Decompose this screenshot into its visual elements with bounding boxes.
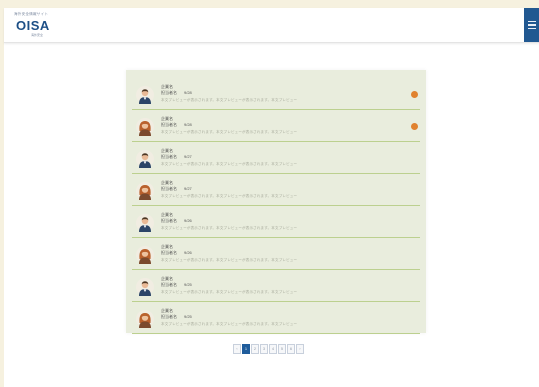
message-row[interactable]: 企業名 担当者名 9/28 本文プレビューが表示されます。本文プレビューが表示されます… (132, 79, 420, 110)
message-meta: 担当者名 9/28 (161, 90, 192, 96)
message-meta: 担当者名 9/27 (161, 154, 192, 160)
message-row[interactable]: 企業名 担当者名 9/26 本文プレビューが表示されます。本文プレビューが表示されます… (132, 239, 420, 270)
message-date: 9/26 (184, 218, 192, 223)
avatar (136, 86, 154, 104)
site-header: 海外安全情報サイト OISA 海外安全 (4, 8, 539, 43)
message-meta: 担当者名 9/25 (161, 282, 192, 288)
row-divider (132, 141, 420, 142)
message-meta: 担当者名 9/26 (161, 218, 192, 224)
page-button[interactable]: 5 (278, 344, 286, 354)
avatar (136, 150, 154, 168)
message-sender: 担当者名 (161, 218, 177, 223)
page: 海外安全情報サイト OISA 海外安全 企業名 担当者名 9/28 本文プレビューが表… (4, 8, 539, 387)
message-sender: 担当者名 (161, 282, 177, 287)
row-divider (132, 301, 420, 302)
message-meta: 担当者名 9/25 (161, 314, 192, 320)
message-date: 9/28 (184, 90, 192, 95)
logo-tagline: 海外安全情報サイト (14, 12, 49, 16)
page-button[interactable]: 2 (251, 344, 259, 354)
message-date: 9/28 (184, 122, 192, 127)
message-date: 9/27 (184, 154, 192, 159)
message-row[interactable]: 企業名 担当者名 9/25 本文プレビューが表示されます。本文プレビューが表示されます… (132, 271, 420, 302)
message-row[interactable]: 企業名 担当者名 9/25 本文プレビューが表示されます。本文プレビューが表示されます… (132, 303, 420, 334)
message-snippet: 本文プレビューが表示されます。本文プレビューが表示されます。本文プレビュー (161, 130, 298, 134)
row-divider (132, 205, 420, 206)
message-sender: 担当者名 (161, 250, 177, 255)
avatar (136, 214, 154, 232)
message-sender: 担当者名 (161, 122, 177, 127)
avatar (136, 246, 154, 264)
message-snippet: 本文プレビューが表示されます。本文プレビューが表示されます。本文プレビュー (161, 162, 298, 166)
message-row[interactable]: 企業名 担当者名 9/26 本文プレビューが表示されます。本文プレビューが表示されます… (132, 207, 420, 238)
message-snippet: 本文プレビューが表示されます。本文プレビューが表示されます。本文プレビュー (161, 98, 298, 102)
message-sender: 担当者名 (161, 90, 177, 95)
message-snippet: 本文プレビューが表示されます。本文プレビューが表示されます。本文プレビュー (161, 290, 298, 294)
message-snippet: 本文プレビューが表示されます。本文プレビューが表示されます。本文プレビュー (161, 194, 298, 198)
row-divider (132, 237, 420, 238)
avatar (136, 182, 154, 200)
row-divider (132, 109, 420, 110)
message-date: 9/26 (184, 250, 192, 255)
logo-text: OISA (16, 18, 50, 33)
message-date: 9/25 (184, 314, 192, 319)
oisa-logo[interactable]: 海外安全情報サイト OISA 海外安全 (14, 12, 74, 38)
unread-indicator (411, 91, 418, 98)
page-button[interactable]: 6 (287, 344, 295, 354)
row-divider (132, 269, 420, 270)
avatar (136, 310, 154, 328)
hamburger-menu-button[interactable] (524, 8, 539, 42)
message-meta: 担当者名 9/27 (161, 186, 192, 192)
unread-indicator (411, 123, 418, 130)
avatar (136, 278, 154, 296)
row-divider (132, 173, 420, 174)
message-meta: 担当者名 9/26 (161, 250, 192, 256)
page-button[interactable]: 3 (260, 344, 268, 354)
message-date: 9/27 (184, 186, 192, 191)
avatar (136, 118, 154, 136)
pagination: ‹ 1 2 3 4 5 6 › (233, 344, 304, 354)
page-button[interactable]: 1 (242, 344, 250, 354)
logo-subtext: 海外安全 (31, 33, 44, 37)
message-row[interactable]: 企業名 担当者名 9/28 本文プレビューが表示されます。本文プレビューが表示されます… (132, 111, 420, 142)
message-meta: 担当者名 9/28 (161, 122, 192, 128)
next-page-button[interactable]: › (296, 344, 304, 354)
message-list: 企業名 担当者名 9/28 本文プレビューが表示されます。本文プレビューが表示されます… (126, 70, 426, 334)
hamburger-menu-icon (527, 20, 536, 22)
message-snippet: 本文プレビューが表示されます。本文プレビューが表示されます。本文プレビュー (161, 322, 298, 326)
message-sender: 担当者名 (161, 154, 177, 159)
message-sender: 担当者名 (161, 314, 177, 319)
message-row[interactable]: 企業名 担当者名 9/27 本文プレビューが表示されます。本文プレビューが表示されます… (132, 175, 420, 206)
message-snippet: 本文プレビューが表示されます。本文プレビューが表示されます。本文プレビュー (161, 226, 298, 230)
message-snippet: 本文プレビューが表示されます。本文プレビューが表示されます。本文プレビュー (161, 258, 298, 262)
message-row[interactable]: 企業名 担当者名 9/27 本文プレビューが表示されます。本文プレビューが表示されます… (132, 143, 420, 174)
row-divider (132, 333, 420, 334)
page-button[interactable]: 4 (269, 344, 277, 354)
prev-page-button[interactable]: ‹ (233, 344, 241, 354)
message-sender: 担当者名 (161, 186, 177, 191)
message-date: 9/25 (184, 282, 192, 287)
